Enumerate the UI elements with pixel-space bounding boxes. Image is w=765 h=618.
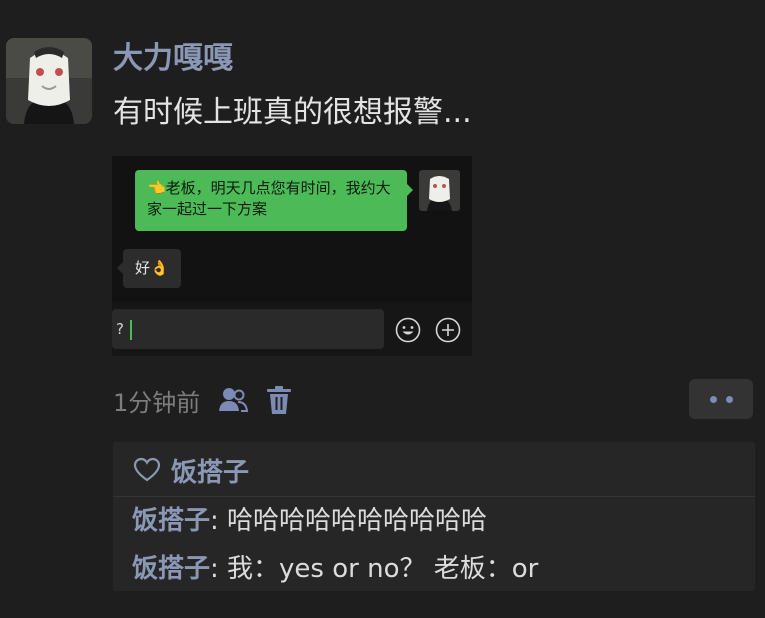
likes-comments-panel: 饭搭子 饭搭子: 哈哈哈哈哈哈哈哈哈哈 饭搭子: 我：yes or no？ 老板… [113, 442, 755, 591]
plus-circle-icon [435, 317, 461, 343]
comment-author[interactable]: 饭搭子 [132, 554, 210, 584]
more-dots-icon [725, 395, 733, 403]
likes-row: 饭搭子 [133, 450, 249, 490]
comment-text: 我：yes or no？ 老板：or [227, 554, 539, 584]
emoji-icon [395, 317, 421, 343]
comment[interactable]: 饭搭子: 我：yes or no？ 老板：or [132, 551, 538, 587]
chat-input-bar: ? [112, 301, 472, 356]
chat-bubble-sent: 👈老板，明天几点您有时间，我约大家一起过一下方案 [135, 170, 413, 231]
trash-icon[interactable] [266, 385, 292, 415]
comment-text: 哈哈哈哈哈哈哈哈哈哈 [227, 506, 488, 536]
timestamp: 1分钟前 [113, 388, 201, 417]
more-dots-icon [709, 395, 717, 403]
comment-separator: : [210, 506, 228, 536]
chat-input-field: ? [112, 309, 384, 349]
comment[interactable]: 饭搭子: 哈哈哈哈哈哈哈哈哈哈 [132, 503, 487, 539]
friends-icon[interactable] [218, 385, 249, 415]
chat-bubble-received: 好👌 [117, 249, 181, 288]
comment-author[interactable]: 饭搭子 [132, 506, 210, 536]
post-text: 有时候上班真的很想报警... [113, 95, 472, 130]
post-image[interactable]: 👈老板，明天几点您有时间，我约大家一起过一下方案 好👌 ? [112, 156, 472, 356]
post-meta: 1分钟前 [113, 380, 292, 420]
chat-input-text: ? [116, 320, 124, 338]
more-options-button[interactable] [689, 379, 753, 419]
comment-separator: : [210, 554, 228, 584]
like-user-name[interactable]: 饭搭子 [171, 452, 249, 489]
avatar[interactable] [6, 38, 92, 124]
chat-avatar [419, 170, 460, 211]
divider [113, 496, 755, 497]
heart-icon [133, 457, 161, 482]
text-caret [129, 319, 132, 340]
poster-name[interactable]: 大力嘎嘎 [113, 40, 233, 78]
